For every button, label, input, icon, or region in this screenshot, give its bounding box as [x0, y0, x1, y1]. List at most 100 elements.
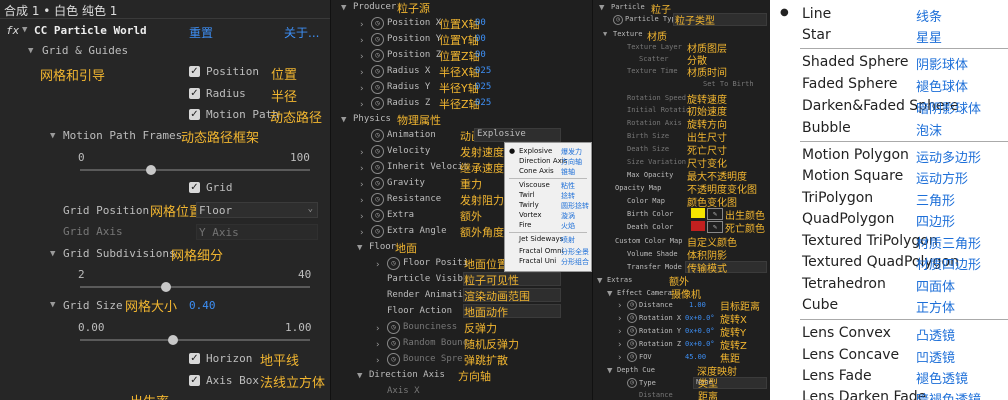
menu-item[interactable]: Viscouse — [519, 181, 550, 189]
chevron-down-icon[interactable]: ▼ — [597, 276, 602, 286]
stopwatch-icon[interactable]: ◷ — [627, 378, 637, 388]
chevron-down-icon[interactable]: ▼ — [599, 3, 604, 13]
stopwatch-icon[interactable]: ◷ — [371, 145, 384, 158]
stopwatch-icon[interactable]: ◷ — [627, 326, 637, 336]
chevron-down-icon[interactable]: ▼ — [50, 249, 55, 259]
chevron-down-icon[interactable]: ▼ — [22, 25, 27, 35]
eyedropper-icon[interactable]: ✎ — [707, 221, 723, 233]
menu-item[interactable]: Star — [802, 27, 831, 43]
stopwatch-icon[interactable]: ◷ — [387, 337, 400, 350]
chevron-right-icon[interactable]: › — [617, 314, 622, 324]
eyedropper-icon[interactable]: ✎ — [707, 208, 723, 220]
menu-item[interactable]: Twirl — [519, 191, 535, 199]
reset-link[interactable]: 重置 — [189, 24, 213, 41]
chevron-right-icon[interactable]: › — [359, 52, 364, 62]
chevron-down-icon[interactable]: ▼ — [50, 300, 55, 310]
grid-checkbox[interactable]: ✓ — [189, 182, 200, 193]
grid-size-value[interactable]: 0.40 — [189, 299, 216, 312]
stopwatch-icon[interactable]: ◷ — [371, 33, 384, 46]
chevron-down-icon[interactable]: ▼ — [357, 371, 362, 381]
slider-knob[interactable] — [161, 282, 171, 292]
producer-row-value[interactable]: 025 — [475, 66, 491, 76]
radius-checkbox[interactable]: ✓ — [189, 88, 200, 99]
menu-item[interactable]: Twirly — [519, 201, 539, 209]
slider-knob[interactable] — [146, 165, 156, 175]
chevron-down-icon[interactable]: ▼ — [341, 3, 346, 13]
chevron-down-icon[interactable]: ▼ — [357, 243, 362, 253]
grid-position-dropdown[interactable]: Floor ⌄ — [196, 202, 318, 218]
chevron-right-icon[interactable]: › — [359, 84, 364, 94]
chevron-right-icon[interactable]: › — [375, 260, 380, 270]
stopwatch-icon[interactable]: ◷ — [371, 97, 384, 110]
chevron-right-icon[interactable]: › — [359, 36, 364, 46]
stopwatch-icon[interactable]: ◷ — [371, 193, 384, 206]
slider-track[interactable] — [80, 286, 310, 288]
chevron-down-icon[interactable]: ▼ — [607, 366, 612, 376]
menu-item[interactable]: Fractal Uni — [519, 257, 556, 265]
menu-item[interactable]: Fire — [519, 221, 532, 229]
stopwatch-icon[interactable]: ◷ — [387, 321, 400, 334]
chevron-right-icon[interactable]: › — [617, 301, 622, 311]
stopwatch-icon[interactable]: ◷ — [371, 161, 384, 174]
camera-row-value[interactable]: 1.00 — [689, 301, 706, 309]
camera-row-value[interactable]: 0x+0.0° — [685, 327, 715, 335]
chevron-right-icon[interactable]: › — [359, 100, 364, 110]
slider-track[interactable] — [80, 339, 310, 341]
stopwatch-icon[interactable]: ◷ — [627, 313, 637, 323]
animation-dropdown[interactable]: Explosive — [474, 128, 561, 142]
slider-knob[interactable] — [168, 335, 178, 345]
menu-item[interactable]: Cone Axis — [519, 167, 554, 175]
position-checkbox[interactable]: ✓ — [189, 66, 200, 77]
menu-item[interactable]: Lens Convex — [802, 325, 891, 341]
camera-row-value[interactable]: 45.00 — [685, 353, 706, 361]
chevron-down-icon[interactable]: ▼ — [341, 115, 346, 125]
grid-axis-dropdown[interactable]: Y Axis — [196, 224, 318, 240]
set-to-birth[interactable]: Set To Birth — [703, 80, 754, 88]
chevron-down-icon[interactable]: ▼ — [603, 30, 607, 38]
producer-row-value[interactable]: 00 — [475, 18, 486, 28]
chevron-right-icon[interactable]: › — [617, 327, 622, 337]
producer-row-value[interactable]: 025 — [475, 82, 491, 92]
chevron-down-icon[interactable]: ▼ — [607, 289, 612, 299]
menu-item[interactable]: Motion Square — [802, 168, 903, 184]
menu-item[interactable]: Motion Polygon — [802, 147, 909, 163]
chevron-right-icon[interactable]: › — [359, 20, 364, 30]
stopwatch-icon[interactable]: ◷ — [627, 339, 637, 349]
menu-item[interactable]: Fractal Omni — [519, 247, 563, 255]
panel-tab-title[interactable]: 合成 1 • 白色 纯色 1 — [4, 2, 117, 19]
stopwatch-icon[interactable]: ◷ — [627, 300, 637, 310]
chevron-right-icon[interactable]: › — [375, 356, 380, 366]
chevron-right-icon[interactable]: › — [617, 353, 622, 363]
producer-row-value[interactable]: 00 — [475, 34, 486, 44]
chevron-right-icon[interactable]: › — [359, 180, 364, 190]
chevron-right-icon[interactable]: › — [359, 164, 364, 174]
about-link[interactable]: 关于... — [284, 24, 319, 41]
menu-item[interactable]: Cube — [802, 297, 838, 313]
horizon-checkbox[interactable]: ✓ — [189, 353, 200, 364]
stopwatch-icon[interactable]: ◷ — [371, 177, 384, 190]
stopwatch-icon[interactable]: ◷ — [627, 352, 637, 362]
producer-row-value[interactable]: 00 — [475, 50, 486, 60]
menu-item[interactable]: Explosive — [519, 147, 552, 155]
stopwatch-icon[interactable]: ◷ — [613, 15, 623, 25]
menu-item[interactable]: Bubble — [802, 120, 851, 136]
producer-row-value[interactable]: 025 — [475, 98, 491, 108]
stopwatch-icon[interactable]: ◷ — [371, 49, 384, 62]
menu-item[interactable]: Shaded Sphere — [802, 54, 909, 70]
chevron-right-icon[interactable]: › — [375, 324, 380, 334]
axis-box-checkbox[interactable]: ✓ — [189, 375, 200, 386]
menu-item[interactable]: TriPolygon — [802, 190, 873, 206]
stopwatch-icon[interactable]: ◷ — [371, 225, 384, 238]
camera-row-value[interactable]: 0x+0.0° — [685, 314, 715, 322]
menu-item[interactable]: Vortex — [519, 211, 541, 219]
menu-item[interactable]: Lens Fade — [802, 368, 872, 384]
slider-track[interactable] — [80, 169, 310, 171]
chevron-right-icon[interactable]: › — [617, 340, 622, 350]
chevron-right-icon[interactable]: › — [359, 68, 364, 78]
chevron-right-icon[interactable]: › — [359, 148, 364, 158]
motion-path-checkbox[interactable]: ✓ — [189, 109, 200, 120]
death-color-swatch[interactable] — [691, 221, 705, 231]
stopwatch-icon[interactable]: ◷ — [387, 257, 400, 270]
stopwatch-icon[interactable]: ◷ — [371, 129, 384, 142]
menu-item[interactable]: Lens Darken Fade — [802, 389, 926, 400]
